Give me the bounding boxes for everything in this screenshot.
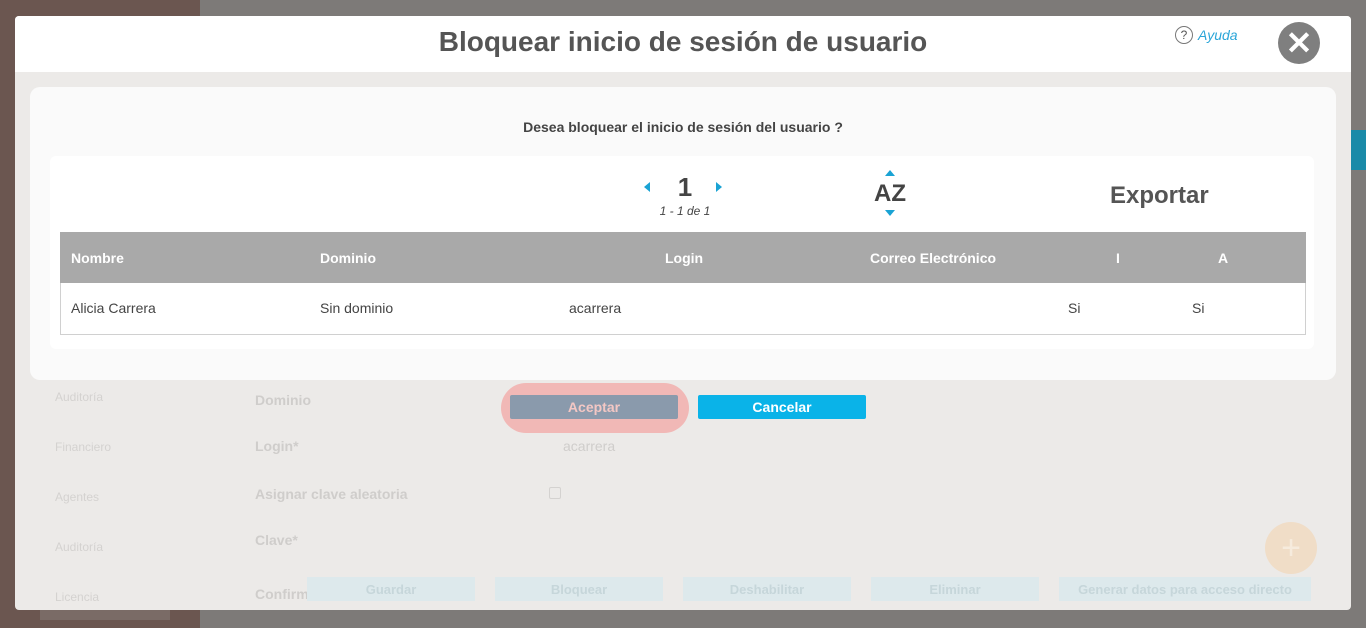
- form-login-value: acarrera: [563, 438, 616, 454]
- sort-up-icon: [885, 170, 895, 176]
- page-number: 1: [677, 172, 693, 202]
- accept-button[interactable]: Aceptar: [510, 395, 678, 419]
- form-label-random-key: Asignar clave aleatoria: [255, 486, 408, 502]
- save-button: Guardar: [307, 577, 475, 601]
- delete-button: Eliminar: [871, 577, 1039, 601]
- sort-label: AZ: [874, 180, 906, 207]
- help-link[interactable]: ? Ayuda: [1175, 26, 1238, 44]
- cell-a: Si: [1192, 300, 1205, 316]
- side-item: Agentes: [55, 490, 100, 504]
- help-label: Ayuda: [1198, 27, 1238, 43]
- add-icon: +: [1265, 522, 1317, 574]
- pagination: 1 1 - 1 de 1: [630, 172, 740, 218]
- cancel-button[interactable]: Cancelar: [698, 395, 866, 419]
- modal-title: Bloquear inicio de sesión de usuario: [438, 26, 928, 57]
- sort-down-icon: [885, 210, 895, 216]
- side-item: Financiero: [55, 440, 112, 454]
- table-row[interactable]: Alicia Carrera Sin dominio acarrera Si S…: [60, 283, 1306, 335]
- users-table: Nombre Dominio Login Correo Electrónico …: [60, 232, 1306, 335]
- cell-i: Si: [1068, 300, 1081, 316]
- column-header-email[interactable]: Correo Electrónico: [870, 250, 996, 266]
- side-item: Auditoría: [55, 540, 104, 554]
- prev-page-icon[interactable]: [644, 182, 650, 192]
- page-range: 1 - 1 de 1: [659, 204, 711, 218]
- confirm-panel: Desea bloquear el inicio de sesión del u…: [30, 87, 1336, 380]
- cell-domain: Sin dominio: [320, 300, 394, 316]
- table-header: Nombre Dominio Login Correo Electrónico …: [60, 232, 1306, 283]
- block-login-modal: Bloquear inicio de sesión de usuario ? A…: [15, 16, 1351, 610]
- disable-button: Deshabilitar: [683, 577, 851, 601]
- column-header-a[interactable]: A: [1218, 250, 1228, 266]
- export-button[interactable]: Exportar: [1110, 182, 1209, 210]
- form-label-password: Clave*: [255, 532, 298, 548]
- form-label-login: Login*: [255, 438, 299, 454]
- cell-login: acarrera: [569, 300, 622, 316]
- random-key-checkbox: [549, 487, 561, 499]
- modal-header: Bloquear inicio de sesión de usuario ? A…: [15, 16, 1351, 72]
- form-label-domain: Dominio: [255, 392, 311, 408]
- side-item: Auditoría: [55, 390, 104, 404]
- column-header-i[interactable]: I: [1116, 250, 1120, 266]
- confirm-question: Desea bloquear el inicio de sesión del u…: [523, 119, 843, 135]
- block-button: Bloquear: [495, 577, 663, 601]
- sort-toggle[interactable]: AZ: [870, 170, 910, 222]
- help-icon: ?: [1175, 26, 1193, 44]
- column-header-name[interactable]: Nombre: [71, 250, 124, 266]
- close-button[interactable]: ✕: [1278, 22, 1320, 64]
- column-header-domain[interactable]: Dominio: [320, 250, 376, 266]
- side-item: Licencia: [55, 590, 100, 604]
- column-header-login[interactable]: Login: [665, 250, 703, 266]
- close-icon: ✕: [1285, 25, 1313, 61]
- cell-name: Alicia Carrera: [71, 300, 156, 316]
- next-page-icon[interactable]: [716, 182, 722, 192]
- direct-access-button: Generar datos para acceso directo: [1059, 577, 1311, 601]
- user-list-card: 1 1 - 1 de 1 AZ Exportar Nombre Dominio …: [50, 156, 1314, 349]
- form-label-confirm: Confirm: [255, 586, 309, 602]
